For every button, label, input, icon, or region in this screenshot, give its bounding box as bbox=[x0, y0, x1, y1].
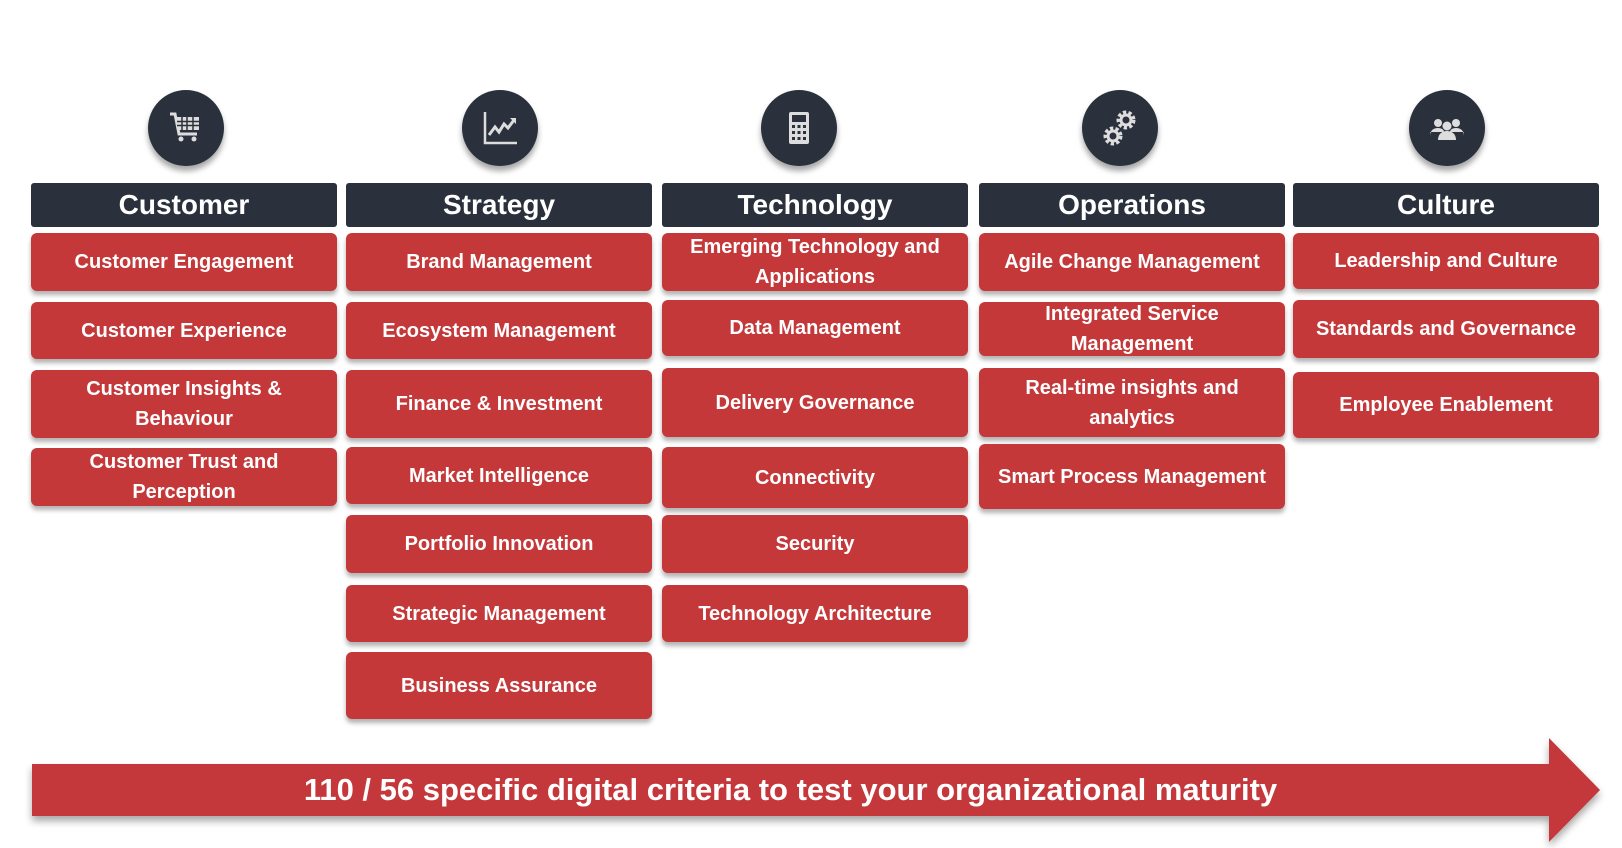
maturity-arrow bbox=[32, 738, 1600, 842]
maturity-caption: 110 / 56 specific digital criteria to te… bbox=[303, 772, 1278, 807]
